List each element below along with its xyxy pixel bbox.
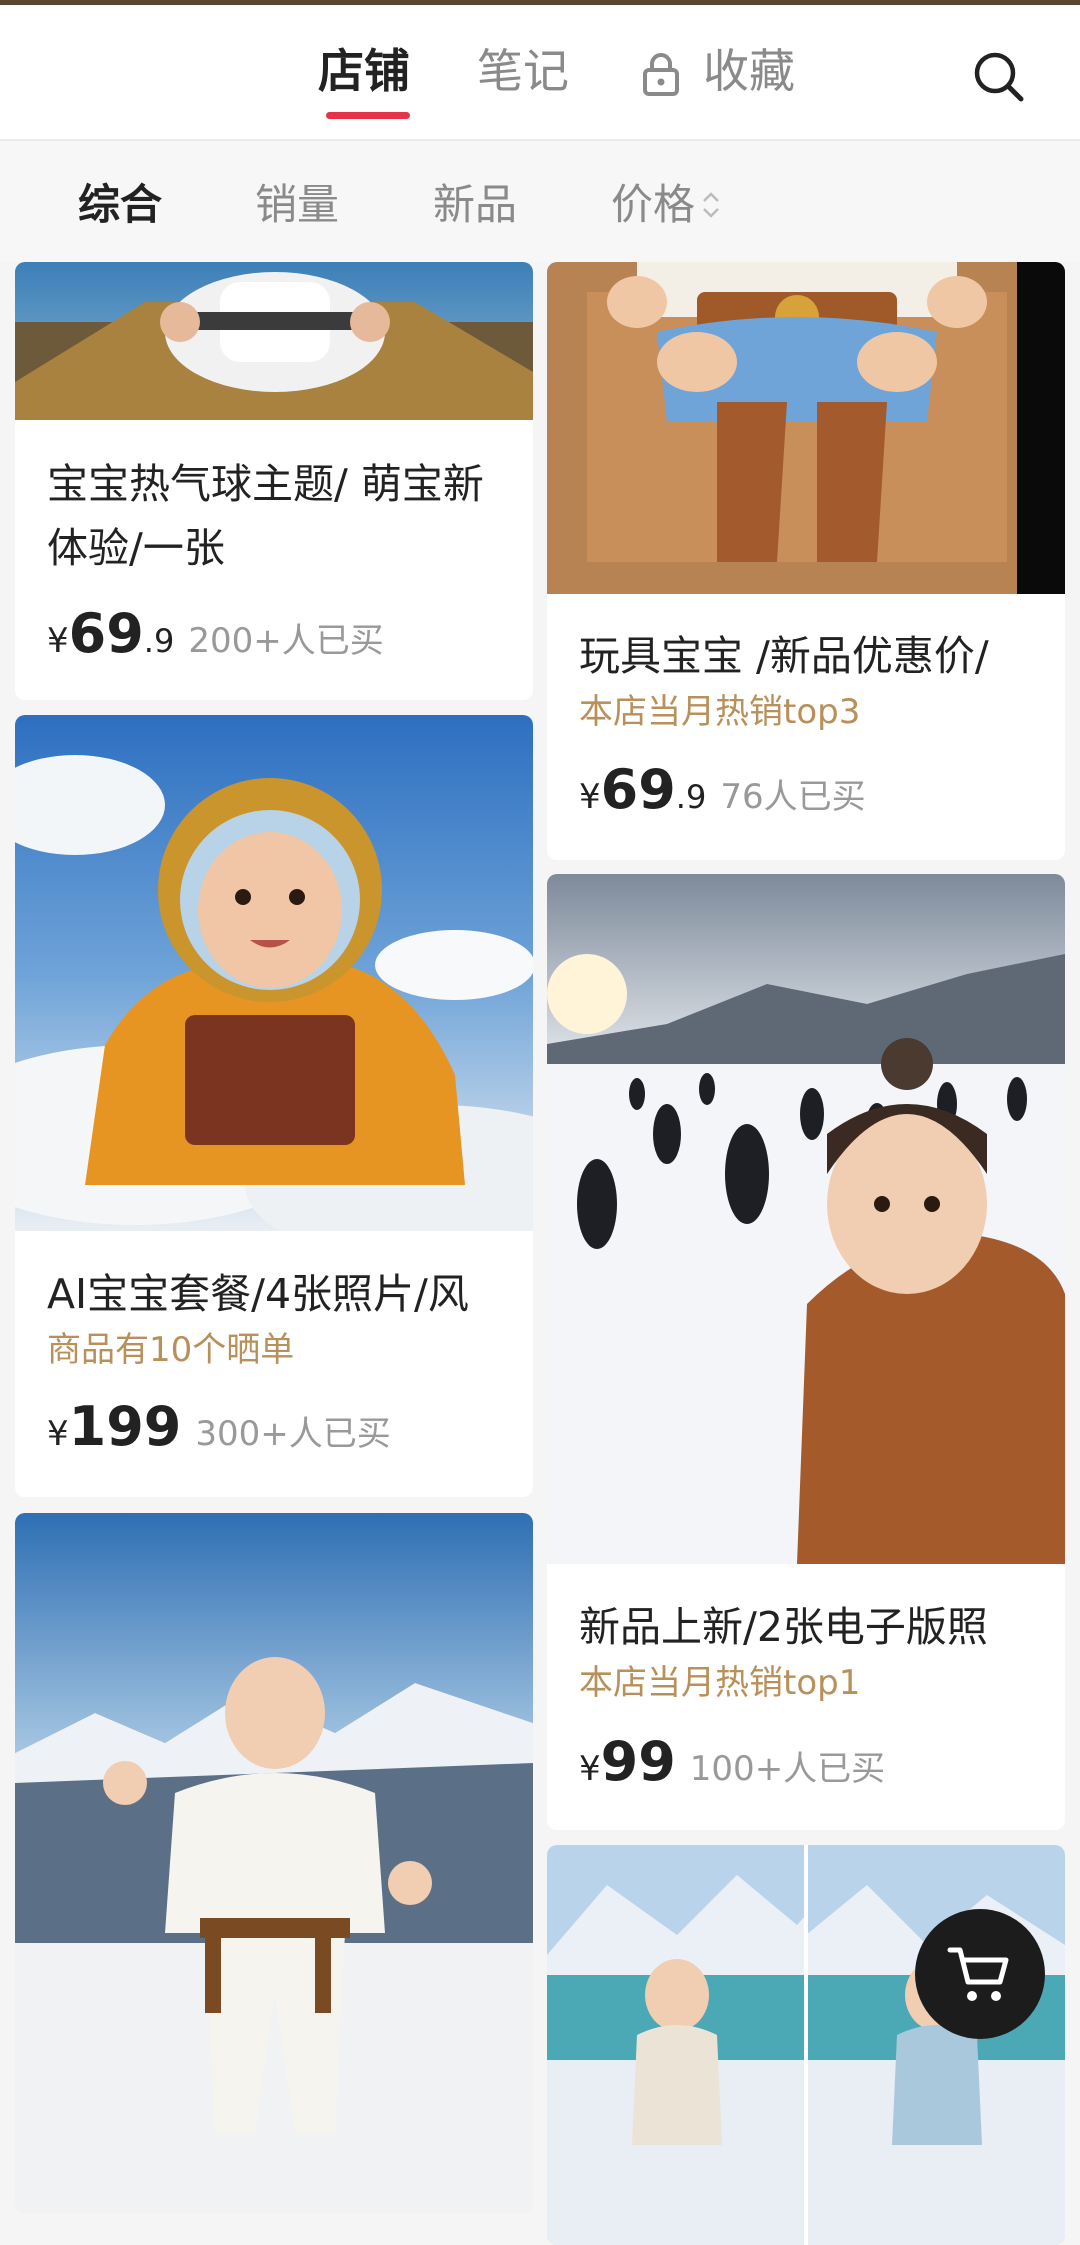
lock-icon	[641, 51, 681, 97]
sold-count: 300+人已买	[195, 1414, 391, 1454]
cart-button[interactable]	[915, 1909, 1045, 2039]
product-image	[15, 1513, 533, 2213]
product-card[interactable]: 玩具宝宝 /新品优惠价/ 本店当月热销top3 ¥69.9 76人已买	[547, 262, 1065, 860]
product-tag: 商品有10个晒单	[47, 1330, 295, 1370]
cart-icon	[947, 1947, 1009, 2001]
product-card[interactable]	[15, 1513, 533, 2213]
header-bar: 店铺 笔记 收藏	[0, 5, 1080, 141]
product-image	[15, 715, 533, 1231]
product-price-row: ¥69.9 76人已买	[579, 758, 866, 821]
price-integer: 199	[68, 1395, 182, 1458]
price-integer: 69	[600, 758, 676, 821]
price-integer: 69	[68, 602, 144, 665]
sort-sales[interactable]: 销量	[255, 177, 339, 233]
price-integer: 99	[600, 1730, 676, 1793]
product-card[interactable]: 宝宝热气球主题/ 萌宝新体验/一张 ¥69.9 200+人已买	[15, 262, 533, 700]
product-image	[547, 1845, 1065, 2245]
sold-count: 76人已买	[720, 777, 866, 817]
sold-count: 100+人已买	[689, 1749, 886, 1789]
tab-shop[interactable]: 店铺	[318, 41, 410, 101]
search-icon[interactable]	[971, 49, 1027, 105]
product-image	[15, 262, 533, 420]
product-card[interactable]: AI宝宝套餐/4张照片/风 商品有10个晒单 ¥199 300+人已买	[15, 715, 533, 1497]
sort-comprehensive[interactable]: 综合	[78, 177, 162, 233]
currency-symbol: ¥	[47, 1414, 69, 1454]
product-tag: 本店当月热销top3	[579, 692, 861, 732]
sold-count: 200+人已买	[188, 621, 384, 661]
product-tag: 本店当月热销top1	[579, 1663, 861, 1703]
sort-price-caret-icon	[700, 185, 722, 225]
product-price-row: ¥199 300+人已买	[47, 1395, 391, 1458]
currency-symbol: ¥	[47, 621, 69, 661]
tab-favorites[interactable]: 收藏	[703, 41, 795, 101]
product-title: 宝宝热气球主题/ 萌宝新体验/一张	[47, 460, 484, 572]
product-card[interactable]: 新品上新/2张电子版照 本店当月热销top1 ¥99 100+人已买	[547, 874, 1065, 1830]
sort-bar: 综合 销量 新品 价格	[0, 141, 1080, 262]
product-image	[547, 262, 1065, 594]
sort-price[interactable]: 价格	[611, 177, 695, 233]
currency-symbol: ¥	[579, 1749, 601, 1789]
product-title: 玩具宝宝 /新品优惠价/	[579, 632, 989, 680]
product-title: AI宝宝套餐/4张照片/风	[47, 1270, 469, 1318]
tab-notes[interactable]: 笔记	[477, 41, 569, 101]
product-title: 新品上新/2张电子版照	[579, 1603, 988, 1651]
price-decimal: .9	[675, 778, 707, 816]
currency-symbol: ¥	[579, 777, 601, 817]
active-tab-underline	[326, 112, 410, 119]
product-image	[547, 874, 1065, 1564]
product-price-row: ¥99 100+人已买	[579, 1730, 885, 1793]
sort-new[interactable]: 新品	[433, 177, 517, 233]
product-card[interactable]	[547, 1845, 1065, 2245]
price-decimal: .9	[143, 622, 175, 660]
product-price-row: ¥69.9 200+人已买	[47, 602, 384, 665]
